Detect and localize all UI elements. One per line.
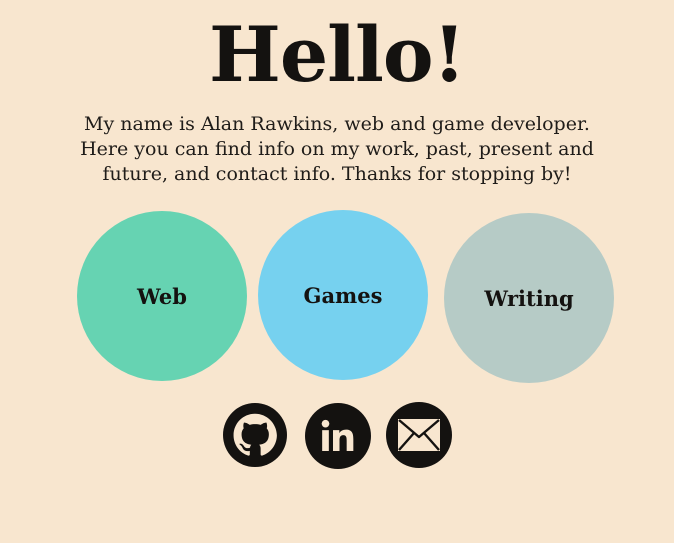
writing-link-label: Writing xyxy=(484,285,574,311)
web-link-button[interactable]: Web xyxy=(77,211,247,381)
web-link-label: Web xyxy=(137,283,187,309)
github-icon xyxy=(233,413,277,456)
page-title: Hello! xyxy=(209,10,466,99)
writing-link-button[interactable]: Writing xyxy=(444,213,614,383)
linkedin-icon xyxy=(321,419,354,451)
games-link-label: Games xyxy=(303,282,383,308)
email-link[interactable] xyxy=(386,402,452,468)
linkedin-link[interactable] xyxy=(305,403,371,469)
intro-text: My name is Alan Rawkins, web and game de… xyxy=(80,113,594,185)
github-link[interactable] xyxy=(223,403,287,467)
email-icon xyxy=(398,419,440,451)
games-link-button[interactable]: Games xyxy=(258,210,428,380)
